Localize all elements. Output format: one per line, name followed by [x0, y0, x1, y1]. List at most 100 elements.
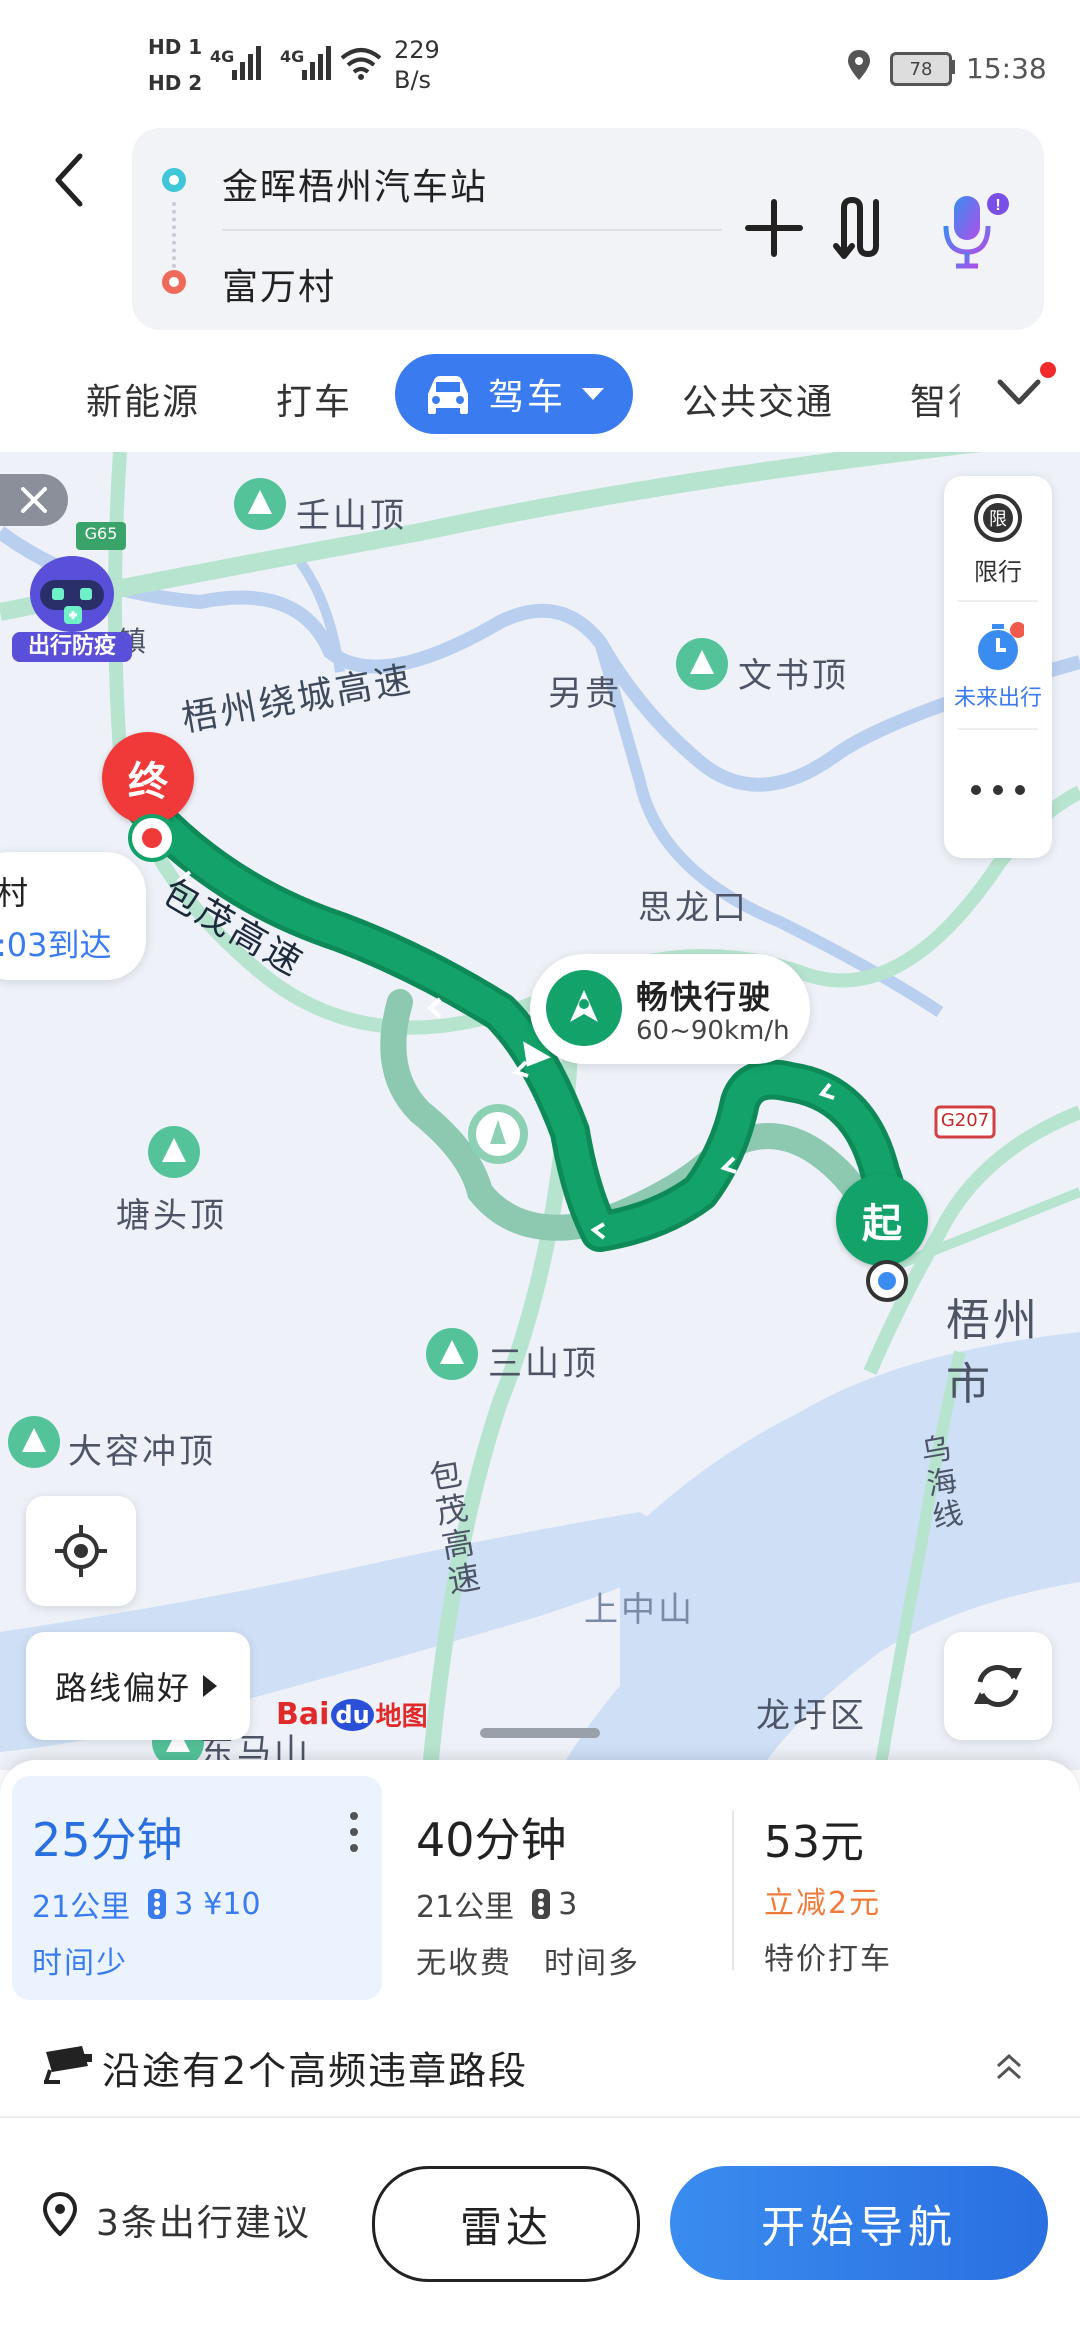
future-trip-label: 未来出行: [953, 686, 1042, 711]
traffic-light-icon: [148, 1889, 167, 1919]
label-renshanding: 壬山顶: [296, 496, 407, 536]
dropdown-icon: [582, 388, 604, 400]
route-preference-button[interactable]: 路线偏好: [26, 1632, 250, 1740]
location-pin-icon: [42, 2192, 78, 2236]
tab-drive-label: 驾车: [487, 377, 566, 418]
chevron-down-icon[interactable]: [996, 376, 1042, 408]
violation-notice[interactable]: 沿途有2个高频违章路段: [102, 2040, 528, 2095]
option-divider: [732, 1810, 734, 1970]
restrict-button[interactable]: 限 限行: [944, 492, 1052, 587]
voice-input-icon[interactable]: !: [940, 192, 1020, 272]
label-wuzhoushi: 梧州市: [946, 1295, 1040, 1410]
origin-dot-icon: [162, 168, 186, 192]
svg-text:限: 限: [989, 509, 1007, 530]
eta-destination: 村: [0, 874, 29, 912]
route-input-box: 金晖梧州汽车站 富万村 !: [132, 128, 1044, 330]
back-icon[interactable]: [50, 150, 90, 210]
refresh-button[interactable]: [944, 1632, 1052, 1740]
route-option-1[interactable]: 25分钟 21公里 3 ¥10 时间少: [12, 1776, 382, 2000]
label-tangtouding: 塘头顶: [116, 1196, 227, 1236]
route1-menu-icon[interactable]: [348, 1810, 360, 1854]
route2-time: 40分钟: [416, 1813, 567, 1867]
traffic-bubble[interactable]: 畅快行驶 60~90km/h: [530, 954, 810, 1064]
shield-g65: G65: [84, 524, 118, 543]
route-connector: [172, 202, 180, 268]
logo-du: du: [331, 1698, 374, 1731]
tab-taxi[interactable]: 打车: [276, 373, 352, 425]
battery-level: 78: [909, 58, 933, 80]
hd2-indicator: HD 2: [148, 71, 203, 95]
signal-icon: [232, 46, 261, 80]
label-darongchongding: 大容冲顶: [68, 1432, 216, 1472]
route2-tag1: 无收费: [416, 1946, 512, 1981]
label-shangzhongshan: 上中山: [584, 1590, 695, 1630]
add-waypoint-icon[interactable]: [744, 198, 804, 258]
clock: 15:38: [966, 52, 1047, 85]
map-side-panel: 限 限行 未来出行: [944, 476, 1052, 858]
route1-tag: 时间少: [32, 1946, 128, 1981]
route1-meta: 21公里 3 ¥10: [32, 1882, 261, 1926]
label-longxuqu: 龙圩区: [756, 1696, 867, 1736]
end-point-dot: [128, 814, 176, 862]
locate-icon: [55, 1525, 107, 1577]
traffic-light-icon: [532, 1889, 551, 1919]
trip-suggestions-link[interactable]: 3条出行建议: [96, 2194, 311, 2246]
route2-lights: 3: [558, 1886, 578, 1922]
refresh-icon: [974, 1665, 1022, 1707]
baidu-map-logo: Bai du 地图: [276, 1696, 428, 1733]
route1-dist: 21公里: [32, 1890, 131, 1925]
timer-icon: [978, 622, 1026, 670]
start-navigation-label: 开始导航: [761, 2202, 957, 2253]
taxi-discount: 立减2元: [764, 1886, 882, 1921]
map-view[interactable]: G65 G207 壬山顶 文书顶 另贵 思龙口 塘头顶 三山顶 大容冲顶 上中山…: [0, 452, 1080, 1770]
future-trip-button[interactable]: 未来出行: [944, 622, 1052, 712]
caret-right-icon: [203, 1675, 217, 1697]
route-divider: [222, 229, 722, 231]
panel-divider: [958, 600, 1038, 602]
route1-toll: ¥10: [203, 1886, 261, 1922]
net-speed-value: 229: [394, 36, 440, 64]
route1-time: 25分钟: [32, 1813, 183, 1867]
more-icon[interactable]: [968, 782, 1028, 798]
status-bar: HD 1 HD 2 4G 4G 229 B/s 78 15:38: [0, 0, 1080, 125]
locate-button[interactable]: [26, 1496, 136, 1606]
shield-g207: G207: [940, 1110, 990, 1131]
travel-safety-badge[interactable]: 出行防疫: [12, 546, 132, 662]
close-badge-button[interactable]: [0, 474, 68, 526]
car-icon: [427, 376, 468, 414]
start-marker[interactable]: 起: [836, 1174, 928, 1266]
origin-field[interactable]: 金晖梧州汽车站: [222, 158, 488, 210]
label-silongkou: 思龙口: [638, 888, 749, 928]
route-panel: 25分钟 21公里 3 ¥10 时间少 40分钟 21公里 3 无收费 时间多 …: [0, 1760, 1080, 2340]
swap-route-icon[interactable]: [832, 196, 888, 260]
label-linggui: 另贵: [548, 674, 622, 714]
badge-label: 出行防疫: [12, 632, 132, 662]
logo-bai: Bai: [276, 1697, 330, 1732]
label-sanshanding: 三山顶: [488, 1344, 599, 1384]
radar-button[interactable]: 雷达: [372, 2166, 640, 2282]
location-icon: [848, 50, 870, 80]
route-option-2[interactable]: 40分钟 21公里 3 无收费 时间多: [396, 1776, 726, 2000]
destination-field[interactable]: 富万村: [222, 258, 336, 310]
route2-dist: 21公里: [416, 1890, 515, 1925]
logo-ditu: 地图: [375, 1702, 428, 1732]
hd1-indicator: HD 1: [148, 35, 203, 59]
tab-drive[interactable]: 驾车: [395, 354, 633, 434]
double-chevron-up-icon[interactable]: [994, 2050, 1024, 2084]
route1-lights: 3: [174, 1886, 194, 1922]
route-preference-label: 路线偏好: [54, 1669, 191, 1707]
panel-divider-2: [958, 728, 1038, 730]
end-marker[interactable]: 终: [102, 732, 194, 824]
eta-card[interactable]: 村 :03到达: [0, 852, 146, 980]
label-wenshuding: 文书顶: [738, 656, 849, 696]
close-icon: [21, 487, 47, 513]
battery-icon: 78: [890, 52, 952, 86]
sheet-drag-handle[interactable]: [480, 1728, 600, 1738]
taxi-tag: 特价打车: [764, 1942, 892, 1977]
traffic-speed: 60~90km/h: [636, 1016, 790, 1046]
start-navigation-button[interactable]: 开始导航: [670, 2166, 1048, 2280]
start-point-dot: [866, 1260, 908, 1302]
tab-new-energy[interactable]: 新能源: [86, 373, 200, 425]
tab-transit[interactable]: 公共交通: [682, 373, 834, 425]
taxi-option[interactable]: 53元 立减2元 特价打车: [744, 1776, 1064, 2000]
